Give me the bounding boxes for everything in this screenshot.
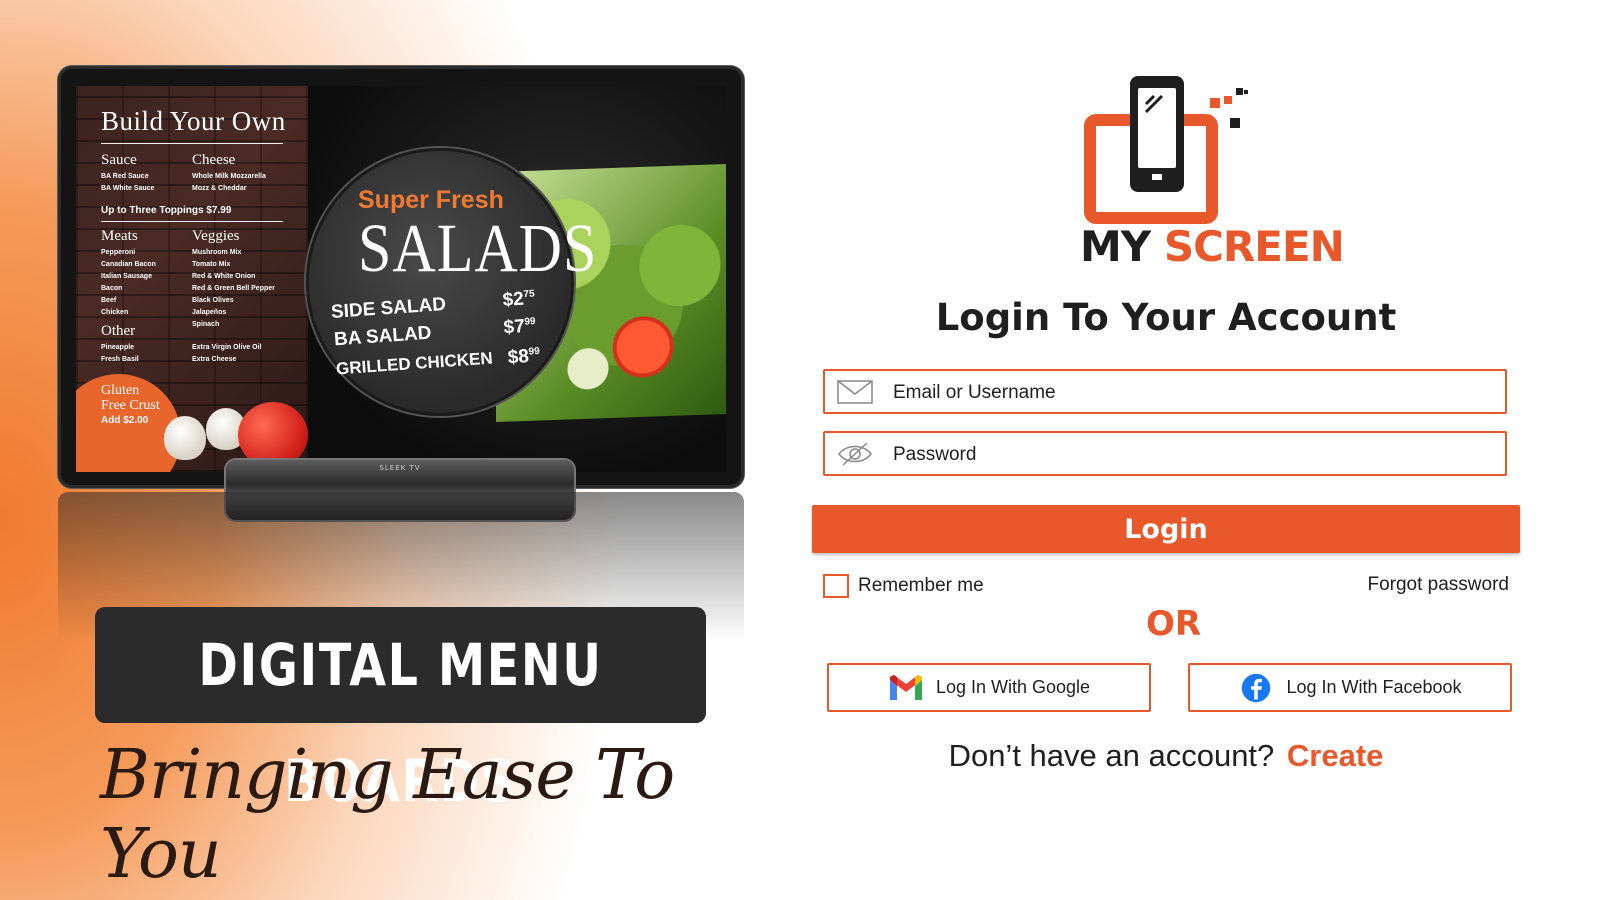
brand-wordmark: MY SCREEN <box>1080 222 1345 271</box>
tagline: Bringing Ease To You <box>100 736 675 894</box>
sauce-heading: Sauce <box>101 152 137 168</box>
or-separator: OR <box>1146 604 1202 644</box>
price-cents: 99 <box>528 345 541 358</box>
price-dollars: $7 <box>502 316 526 339</box>
cheese-heading: Cheese <box>192 152 236 168</box>
create-account-link[interactable]: Create <box>1287 738 1384 773</box>
gluten-line: Free Crust <box>101 398 160 413</box>
brand-my: MY <box>1080 222 1151 271</box>
gluten-price: Add $2.00 <box>101 415 149 426</box>
password-field[interactable] <box>823 431 1507 476</box>
cheese-list: Whole Milk Mozzarella Mozz & Cheddar <box>192 171 266 195</box>
email-field[interactable] <box>823 369 1507 414</box>
menu-item: Extra Cheese <box>192 356 237 363</box>
veggies-heading: Veggies <box>192 228 240 244</box>
meats-list: Pepperoni Canadian Bacon Italian Sausage… <box>101 247 156 319</box>
salads-title: SALADS <box>358 209 598 286</box>
tv-screen: Build Your Own Sauce BA Red Sauce BA Whi… <box>76 86 726 472</box>
sauce-list: BA Red Sauce BA White Sauce <box>101 171 154 195</box>
price-dollars: $2 <box>501 288 525 311</box>
menu-item: Bacon <box>101 285 123 292</box>
menu-divider <box>101 221 283 222</box>
price-cents: 75 <box>523 288 535 301</box>
tv-display: Build Your Own Sauce BA Red Sauce BA Whi… <box>58 66 744 488</box>
login-title: Login To Your Account <box>935 296 1397 339</box>
meats-heading: Meats <box>101 228 138 244</box>
remember-me[interactable]: Remember me <box>823 574 984 598</box>
brand-screen: SCREEN <box>1163 222 1345 271</box>
price-dollars: $8 <box>507 346 530 369</box>
mail-icon <box>837 380 873 404</box>
digital-menu-boards-banner: DIGITAL MENU BOARDS <box>95 607 706 815</box>
remember-label[interactable]: Remember me <box>858 575 984 597</box>
veggies-list: Mushroom Mix Tomato Mix Red & White Onio… <box>192 247 275 331</box>
menu-item: Tomato Mix <box>192 261 231 268</box>
menu-item: Red & Green Bell Pepper <box>192 285 275 292</box>
signup-prompt: Don’t have an account? Create <box>823 738 1509 774</box>
menu-item: Canadian Bacon <box>101 261 156 268</box>
facebook-icon <box>1242 673 1271 702</box>
menu-item: BA Red Sauce <box>101 173 149 180</box>
pizza-menu-panel: Build Your Own Sauce BA Red Sauce BA Whi… <box>76 86 308 472</box>
garlic-image <box>164 416 206 460</box>
other-heading: Other <box>101 323 136 339</box>
menu-item: Pepperoni <box>101 249 136 256</box>
menu-item: Mozz & Cheddar <box>192 185 247 192</box>
menu-item: Extra Virgin Olive Oil <box>192 344 262 351</box>
menu-item: Mushroom Mix <box>192 249 242 256</box>
other-list: Pineapple Fresh Basil <box>101 342 139 366</box>
menu-item: Spinach <box>192 321 220 328</box>
stand-label: SLEEK TV <box>379 464 421 472</box>
menu-item: Whole Milk Mozzarella <box>192 173 266 180</box>
price-cents: 99 <box>524 315 536 328</box>
google-login-button[interactable]: Log In With Google <box>827 663 1151 712</box>
menu-item: Fresh Basil <box>101 356 139 363</box>
login-button[interactable]: Login <box>812 505 1520 553</box>
menu-title: Build Your Own <box>101 106 286 136</box>
gluten-free-text: Gluten Free Crust Add $2.00 <box>101 383 160 428</box>
google-login-label[interactable]: Log In With Google <box>936 677 1090 698</box>
menu-item: Black Olives <box>192 297 234 304</box>
gluten-line: Gluten <box>101 383 140 398</box>
forgot-password-link[interactable]: Forgot password <box>1367 574 1509 596</box>
no-account-text: Don’t have an account? <box>948 738 1275 773</box>
salad-price: $799 <box>503 315 537 339</box>
password-input[interactable] <box>891 439 1485 471</box>
toppings-price: Up to Three Toppings $7.99 <box>101 205 232 216</box>
menu-item: Pineapple <box>101 344 135 351</box>
menu-item: Jalapeños <box>192 309 227 316</box>
menu-item: Italian Sausage <box>101 273 152 280</box>
facebook-login-label[interactable]: Log In With Facebook <box>1286 677 1461 698</box>
facebook-login-button[interactable]: Log In With Facebook <box>1188 663 1512 712</box>
menu-item: Beef <box>101 297 117 304</box>
other-list-2: Extra Virgin Olive Oil Extra Cheese <box>192 342 262 366</box>
menu-item: Chicken <box>101 309 129 316</box>
menu-item: BA White Sauce <box>101 185 155 192</box>
tomato-image <box>238 402 308 468</box>
menu-item: Red & White Onion <box>192 273 256 280</box>
salad-price: $275 <box>502 288 536 312</box>
gmail-icon <box>889 674 922 700</box>
remember-checkbox[interactable] <box>823 574 849 598</box>
eye-slash-icon <box>838 442 872 466</box>
menu-divider <box>101 143 283 144</box>
email-input[interactable] <box>891 377 1485 409</box>
salad-price: $899 <box>507 345 541 369</box>
